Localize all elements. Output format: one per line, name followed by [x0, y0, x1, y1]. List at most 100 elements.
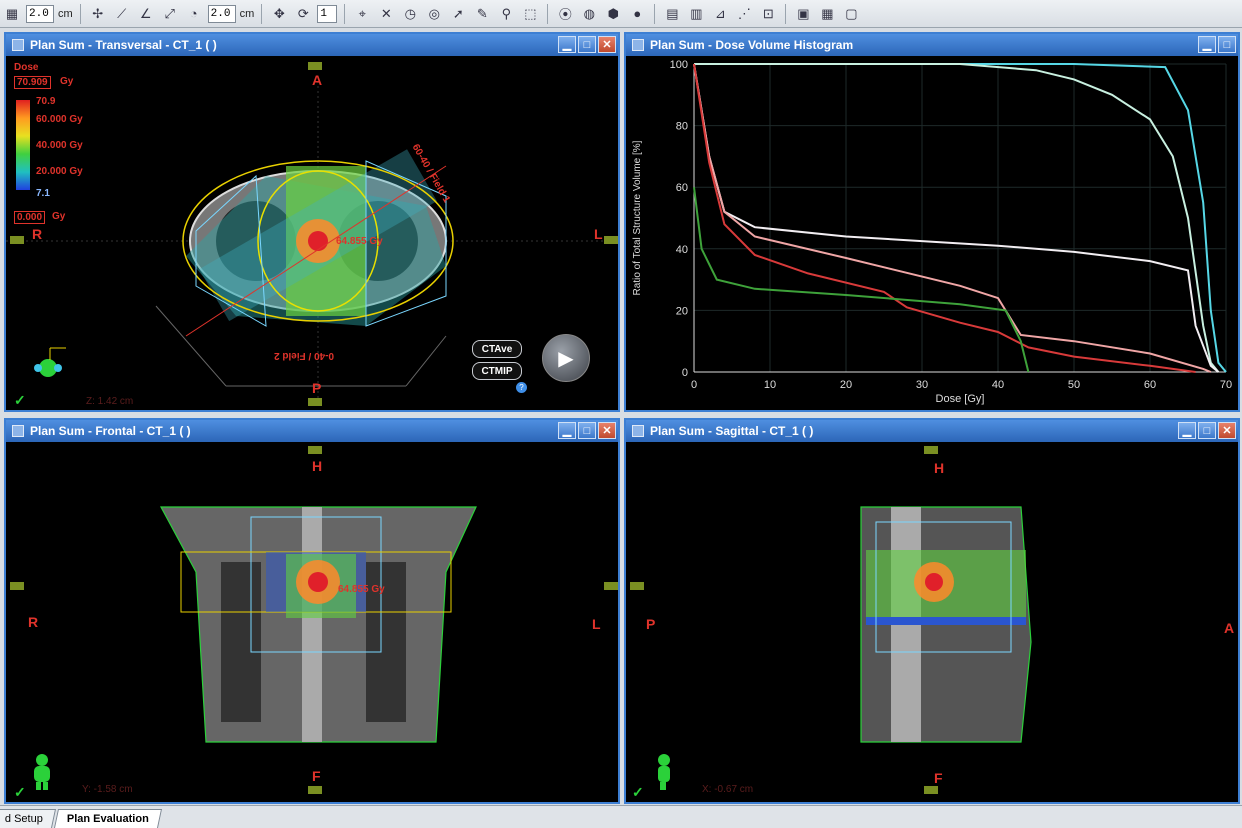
minimize-button[interactable]: ▁	[1198, 36, 1216, 53]
y-tick-label: 40	[676, 244, 688, 256]
orientation-feet: F	[934, 770, 943, 786]
x-tick-label: 40	[992, 379, 1004, 391]
dose-min-unit: Gy	[52, 211, 66, 222]
crosshair-icon[interactable]: ⌖	[352, 4, 372, 24]
play-icon: ▶	[558, 347, 574, 370]
orientation-posterior: P	[646, 616, 656, 632]
dvh-series-line	[693, 63, 1220, 373]
angle-icon[interactable]: ∠	[136, 4, 156, 24]
play-button[interactable]: ▶	[542, 334, 590, 382]
dose-min-value[interactable]: 0.000	[14, 211, 46, 224]
x-tick-label: 60	[1144, 379, 1156, 391]
dvh-view[interactable]: 0 10 20 30 40 50 60 70 0 20 40 60 80 100 Dose [Gy] Rati…	[626, 56, 1238, 410]
orientation-head: H	[312, 458, 323, 474]
separator	[547, 3, 549, 24]
slice-coordinate: Y: -1.58 cm	[82, 784, 133, 795]
sagittal-image	[860, 506, 1032, 743]
tab-setup[interactable]: d Setup	[0, 809, 56, 828]
orientation-anterior: A	[1224, 620, 1235, 636]
sagittal-view[interactable]: H F P A X: -0.67 cm ✓	[626, 442, 1238, 802]
pan-icon[interactable]: ✥	[269, 4, 289, 24]
orientation-marker	[604, 582, 618, 590]
close-button[interactable]: ✕	[598, 422, 616, 439]
cube-icon[interactable]: ⬢	[603, 4, 623, 24]
y-tick-label: 0	[682, 367, 688, 379]
maximize-button[interactable]: □	[1198, 422, 1216, 439]
minimize-button[interactable]: ▁	[558, 36, 576, 53]
tab-plan-evaluation[interactable]: Plan Evaluation	[53, 809, 162, 828]
minimize-button[interactable]: ▁	[1178, 422, 1196, 439]
isodose-icon[interactable]: ⬚	[520, 4, 540, 24]
ctmip-button[interactable]: CTMIP	[472, 362, 522, 380]
maximize-button[interactable]: □	[578, 422, 596, 439]
window-icon	[12, 425, 24, 437]
orientation-marker	[924, 446, 938, 454]
close-button[interactable]: ✕	[1218, 422, 1236, 439]
zoom-input-1[interactable]	[26, 4, 54, 23]
dose-max-value[interactable]: 70.909	[14, 76, 51, 89]
transversal-view[interactable]: Dose 70.909 Gy 70.9 60.000 Gy 40.000 Gy …	[6, 56, 618, 410]
scale-top: 70.9	[36, 96, 56, 107]
orientation-left: L	[592, 616, 601, 632]
probe-icon[interactable]: ⚲	[496, 4, 516, 24]
distance-icon[interactable]: ⤢	[160, 4, 180, 24]
dvh-chart: 0 10 20 30 40 50 60 70 0 20 40 60 80 100 Dose [Gy] Rati…	[632, 59, 1232, 405]
view-icon-3[interactable]: ▢	[841, 4, 861, 24]
cross-icon[interactable]: ✕	[376, 4, 396, 24]
frontal-view[interactable]: 64.855 Gy H F R L Y: -1.58 cm ✓	[6, 442, 618, 802]
view-icon-1[interactable]: ▣	[793, 4, 813, 24]
ruler-icon[interactable]: ⟋	[112, 4, 132, 24]
dose-title: Dose	[14, 62, 39, 73]
dvh-title-bar: Plan Sum - Dose Volume Histogram ▁ □	[626, 34, 1238, 56]
ctave-button[interactable]: CTAve	[472, 340, 522, 358]
globe-icon[interactable]: ◍	[579, 4, 599, 24]
unit-label-2: cm	[239, 7, 255, 20]
sphere-icon[interactable]: ●	[627, 4, 647, 24]
step-input[interactable]	[317, 4, 338, 23]
beam-icon[interactable]: ⦿	[555, 4, 575, 24]
layout-icon-2[interactable]: ▥	[686, 4, 706, 24]
window-icon	[632, 39, 644, 51]
dvh-pane: Plan Sum - Dose Volume Histogram ▁ □ 0 10…	[624, 32, 1240, 412]
maximize-button[interactable]: □	[578, 36, 596, 53]
dvh-series-line	[693, 187, 1030, 373]
measure-icon[interactable]: ✢	[88, 4, 108, 24]
clock-icon[interactable]: ◷	[400, 4, 420, 24]
separator	[79, 3, 81, 24]
contour-icon[interactable]: ◎	[424, 4, 444, 24]
maximize-button[interactable]: □	[1218, 36, 1236, 53]
layout-icon-1[interactable]: ▤	[662, 4, 682, 24]
x-tick-label: 10	[764, 379, 776, 391]
frontal-title-bar: Plan Sum - Frontal - CT_1 ( ) ▁ □ ✕	[6, 420, 618, 442]
orientation-marker	[308, 62, 322, 70]
x-tick-label: 30	[916, 379, 928, 391]
pointer-icon[interactable]: ➚	[448, 4, 468, 24]
radius-icon[interactable]: ◔	[184, 4, 204, 24]
chart-icon-3[interactable]: ⊡	[758, 4, 778, 24]
close-button[interactable]: ✕	[598, 36, 616, 53]
chart-icon-1[interactable]: ⊿	[710, 4, 730, 24]
unit-label-1: cm	[58, 7, 73, 20]
orientation-marker	[308, 786, 322, 794]
minimize-button[interactable]: ▁	[558, 422, 576, 439]
transversal-pane: Plan Sum - Transversal - CT_1 ( ) ▁ □ ✕	[4, 32, 620, 412]
orientation-marker	[308, 398, 322, 406]
y-axis-label: Ratio of Total Structure Volume [%]	[632, 140, 643, 295]
pane-title: Plan Sum - Sagittal - CT_1 ( )	[650, 424, 814, 438]
scale-40: 40.000 Gy	[36, 140, 83, 151]
orientation-marker	[630, 582, 644, 590]
pane-title: Plan Sum - Dose Volume Histogram	[650, 38, 854, 52]
x-tick-label: 50	[1068, 379, 1080, 391]
zoom-input-2[interactable]	[207, 4, 236, 23]
check-icon: ✓	[632, 784, 644, 800]
point-dose: 64.855 Gy	[338, 584, 385, 595]
brush-icon[interactable]: ✎	[472, 4, 492, 24]
chart-icon-2[interactable]: ⋰	[734, 4, 754, 24]
check-icon: ✓	[14, 784, 26, 800]
grid-icon[interactable]: ▦	[2, 4, 22, 24]
dvh-series-line	[693, 63, 1212, 373]
rotate-icon[interactable]: ⟳	[293, 4, 313, 24]
toolbar: ▦ cm ✢ ⟋ ∠ ⤢ ◔ cm ✥ ⟳ ⌖ ✕ ◷ ◎ ➚ ✎ ⚲ ⬚ ⦿ …	[0, 0, 1242, 28]
view-icon-2[interactable]: ▦	[817, 4, 837, 24]
help-icon[interactable]: ?	[516, 382, 527, 393]
